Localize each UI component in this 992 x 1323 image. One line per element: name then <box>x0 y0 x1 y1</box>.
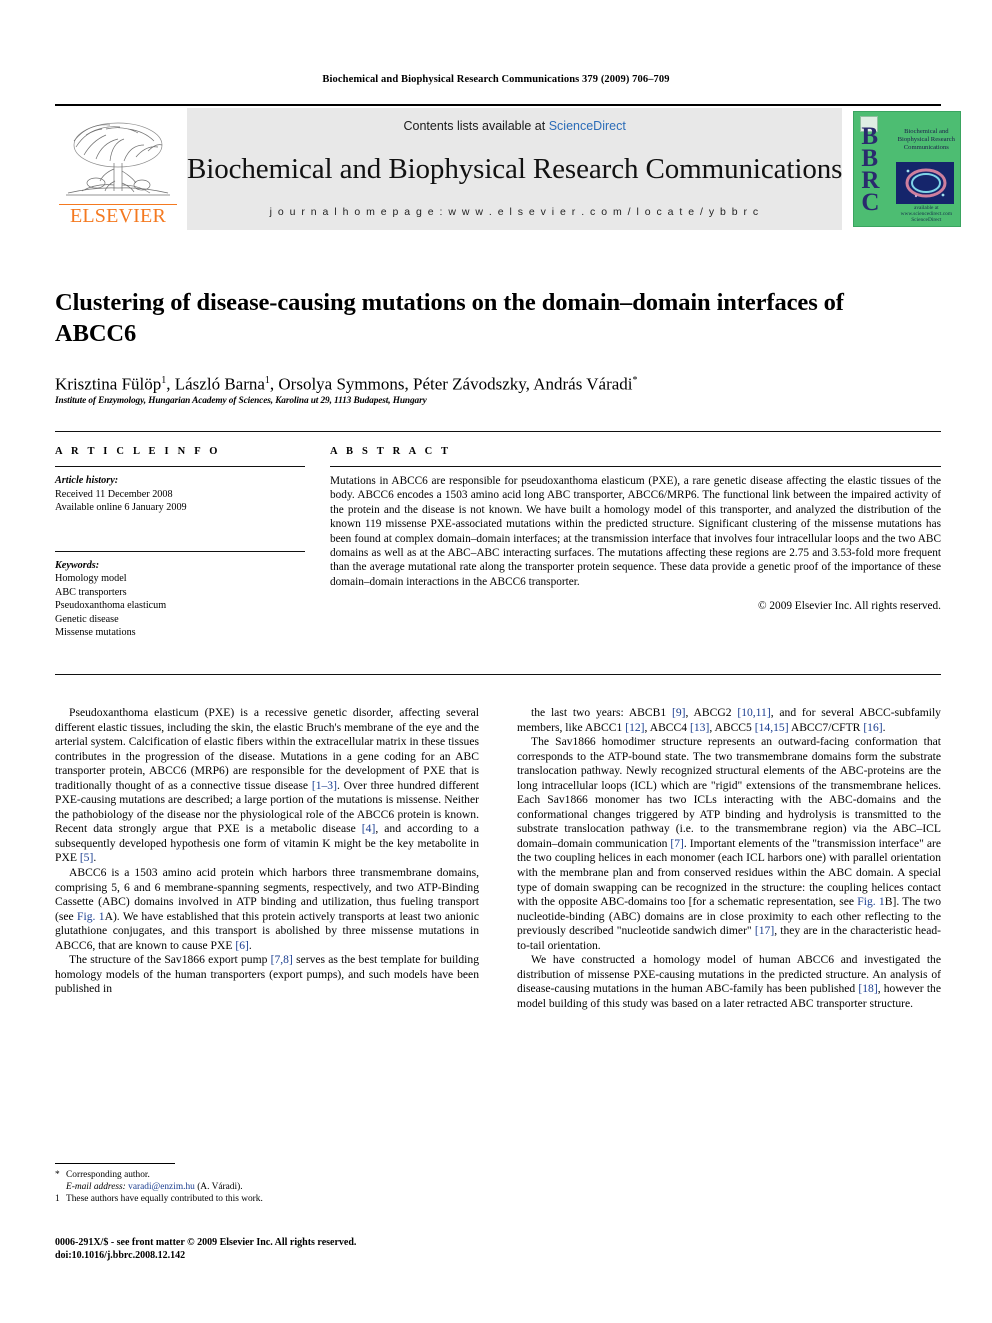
journal-cover-image: BBRC Biochemical and Biophysical Researc… <box>853 111 962 227</box>
cover-artwork-icon <box>896 162 955 204</box>
email-link[interactable]: varadi@enzim.hu <box>128 1182 195 1192</box>
cover-artwork <box>896 162 955 204</box>
contents-available-line: Contents lists available at ScienceDirec… <box>403 119 625 133</box>
abstract-rule <box>330 466 941 467</box>
paragraph: The structure of the Sav1866 export pump… <box>55 953 479 996</box>
journal-title: Biochemical and Biophysical Research Com… <box>187 153 843 185</box>
journal-banner: Contents lists available at ScienceDirec… <box>187 108 842 230</box>
body-columns: Pseudoxanthoma elasticum (PXE) is a rece… <box>55 706 941 1011</box>
contents-prefix: Contents lists available at <box>403 119 549 133</box>
keyword-item: ABC transporters <box>55 586 127 598</box>
keyword-item: Genetic disease <box>55 613 119 625</box>
elsevier-wordmark: ELSEVIER <box>59 204 177 226</box>
footnote-corresponding-text: Corresponding author. <box>66 1170 150 1180</box>
running-head: Biochemical and Biophysical Research Com… <box>322 74 670 85</box>
article-info-column: A R T I C L E I N F O Article history: R… <box>55 446 323 674</box>
elsevier-logo: ELSEVIER <box>55 108 181 230</box>
cover-title: Biochemical and Biophysical Research Com… <box>897 128 955 152</box>
abstract-copyright: © 2009 Elsevier Inc. All rights reserved… <box>757 600 941 613</box>
cover-sciencedirect-note: available at www.sciencedirect.com Scien… <box>900 205 953 223</box>
footnotes: * Corresponding author. E-mail address: v… <box>55 1163 479 1205</box>
journal-cover-block: BBRC Biochemical and Biophysical Researc… <box>848 108 966 230</box>
footnote-email-label: E-mail address: <box>66 1182 126 1192</box>
footnote-equal-contribution: 1 These authors have equally contributed … <box>55 1193 479 1205</box>
article-history-label: Article history: <box>55 475 119 486</box>
footnote-rule <box>55 1163 175 1164</box>
imprint-block: 0006-291X/$ - see front matter © 2009 El… <box>55 1237 555 1262</box>
affiliation: Institute of Enzymology, Hungarian Acade… <box>55 396 427 406</box>
cover-acronym: BBRC <box>861 123 880 216</box>
article-info-heading: A R T I C L E I N F O <box>55 446 221 457</box>
keywords-label: Keywords: <box>55 559 100 571</box>
info-abstract-band: A R T I C L E I N F O Article history: R… <box>55 431 941 675</box>
footnote-marker-star: * <box>55 1170 60 1180</box>
article-received-date: Received 11 December 2008 <box>55 488 173 500</box>
imprint-doi: doi:10.1016/j.bbrc.2008.12.142 <box>55 1249 186 1261</box>
body-column-right: the last two years: ABCB1 [9], ABCG2 [10… <box>517 706 941 1011</box>
article-info-rule <box>55 466 305 467</box>
paragraph: We have constructed a homology model of … <box>517 953 941 1010</box>
author-list: Krisztina Fülöp1, László Barna1, Orsolya… <box>55 374 638 394</box>
footnote-equal-text: These authors have equally contributed t… <box>66 1194 263 1204</box>
paragraph: The Sav1866 homodimer structure represen… <box>517 735 941 952</box>
journal-homepage[interactable]: j o u r n a l h o m e p a g e : w w w . … <box>270 206 760 218</box>
article-online-date: Available online 6 January 2009 <box>55 502 187 513</box>
body-column-left: Pseudoxanthoma elasticum (PXE) is a rece… <box>55 706 479 1011</box>
keyword-item: Pseudoxanthoma elasticum <box>55 600 167 611</box>
keyword-item: Homology model <box>55 573 127 584</box>
keyword-item: Missense mutations <box>55 627 136 638</box>
footnote-corresponding-author: * Corresponding author. <box>55 1169 479 1181</box>
footnote-marker-one: 1 <box>55 1194 60 1204</box>
footnote-email: E-mail address: varadi@enzim.hu (A. Vára… <box>55 1181 479 1193</box>
elsevier-tree-icon <box>66 122 170 196</box>
imprint-front-matter: 0006-291X/$ - see front matter © 2009 El… <box>55 1237 357 1248</box>
sciencedirect-link[interactable]: ScienceDirect <box>549 119 626 133</box>
journal-masthead: ELSEVIER Contents lists available at Sci… <box>55 104 962 230</box>
paragraph: the last two years: ABCB1 [9], ABCG2 [10… <box>517 706 941 734</box>
abstract-heading: A B S T R A C T <box>330 446 452 457</box>
keywords-rule <box>55 550 305 552</box>
article-page: Biochemical and Biophysical Research Com… <box>0 0 992 1323</box>
abstract-text: Mutations in ABCC6 are responsible for p… <box>330 475 941 588</box>
footnote-email-suffix: (A. Váradi). <box>194 1182 243 1192</box>
paragraph: ABCC6 is a 1503 amino acid protein which… <box>55 866 479 952</box>
paragraph: Pseudoxanthoma elasticum (PXE) is a rece… <box>55 706 479 865</box>
page-title: Clustering of disease-causing mutations … <box>55 289 844 347</box>
abstract-column: A B S T R A C T Mutations in ABCC6 are r… <box>323 446 941 674</box>
